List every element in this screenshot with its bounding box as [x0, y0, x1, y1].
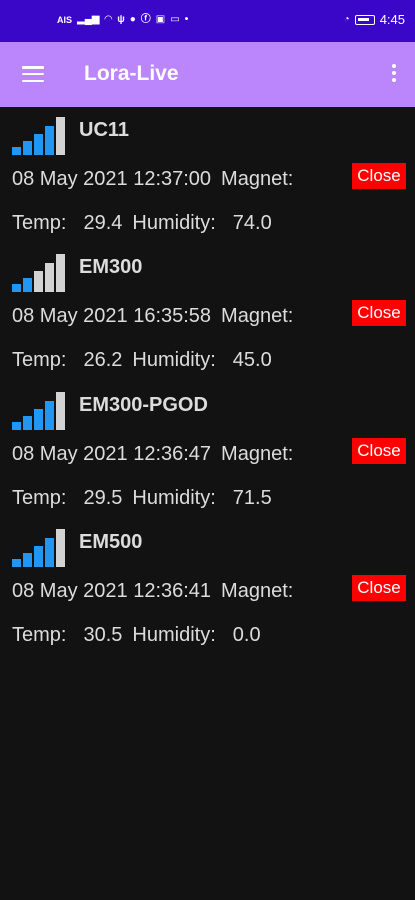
magnet-status-badge[interactable]: Close	[352, 438, 406, 464]
status-bar: AIS ▂▄▆ ◠ ψ ● ⓕ ▣ ▭ • ◔ 4:45	[0, 0, 415, 42]
signal-strength-icon	[12, 529, 65, 567]
status-icons-right: ◔ 4:45	[344, 12, 405, 27]
magnet-label: Magnet:	[221, 305, 294, 327]
usb-icon: ψ	[117, 14, 125, 25]
humidity-value: 45.0	[232, 349, 272, 371]
signal-bar	[12, 559, 21, 567]
status-icons-left: AIS ▂▄▆ ◠ ψ ● ⓕ ▣ ▭ •	[57, 14, 188, 26]
signal-bar	[34, 409, 43, 430]
temp-label: Temp:	[12, 212, 67, 234]
signal-bar	[56, 254, 65, 292]
signal-bar	[45, 538, 54, 567]
signal-strength-icon	[12, 254, 65, 292]
signal-bar	[23, 141, 32, 155]
signal-bar	[23, 553, 32, 567]
signal-bar	[12, 422, 21, 430]
humidity-label: Humidity:	[132, 487, 216, 509]
timestamp: 08 May 2021 12:36:41	[12, 580, 212, 602]
signal-bar	[45, 263, 54, 292]
timestamp: 08 May 2021 16:35:58	[12, 305, 212, 327]
signal-bar	[23, 278, 32, 292]
app-bar: Lora-Live	[0, 42, 415, 107]
humidity-value: 71.5	[232, 487, 272, 509]
device-card: EM300-PGOD 08 May 2021 12:36:47 Magnet: C…	[0, 384, 415, 521]
device-name: EM300	[79, 256, 143, 278]
signal-bar	[34, 134, 43, 155]
reading-row: 08 May 2021 16:35:58 Magnet:	[12, 305, 293, 328]
timestamp: 08 May 2021 12:36:47	[12, 443, 212, 465]
temp-value: 29.5	[83, 487, 123, 509]
app-title: Lora-Live	[84, 62, 179, 85]
signal-strength-icon	[12, 392, 65, 430]
message-icon: ●	[129, 14, 136, 25]
temp-value: 30.5	[83, 624, 123, 646]
wifi-icon: ◠	[104, 14, 113, 25]
magnet-label: Magnet:	[221, 580, 294, 602]
magnet-status-badge[interactable]: Close	[352, 300, 406, 326]
reading-row: 08 May 2021 12:37:00 Magnet:	[12, 168, 293, 191]
temp-value: 29.4	[83, 212, 123, 234]
humidity-label: Humidity:	[132, 349, 216, 371]
sensor-row: Temp: 30.5 Humidity: 0.0	[12, 624, 261, 647]
signal-bar	[56, 392, 65, 430]
signal-bar	[45, 126, 54, 155]
signal-bar	[56, 117, 65, 155]
humidity-label: Humidity:	[132, 212, 216, 234]
signal-bar	[56, 529, 65, 567]
device-name: UC11	[79, 119, 130, 141]
sensor-row: Temp: 26.2 Humidity: 45.0	[12, 349, 272, 372]
device-card: UC11 08 May 2021 12:37:00 Magnet: Close T…	[0, 109, 415, 246]
humidity-value: 0.0	[232, 624, 261, 646]
facebook-icon: ⓕ	[140, 14, 151, 25]
overflow-menu-icon[interactable]	[391, 64, 397, 86]
reading-row: 08 May 2021 12:36:47 Magnet:	[12, 443, 293, 466]
device-name: EM300-PGOD	[79, 394, 208, 416]
device-name: EM500	[79, 531, 143, 553]
device-card: EM500 08 May 2021 12:36:41 Magnet: Close …	[0, 521, 415, 658]
timestamp: 08 May 2021 12:37:00	[12, 168, 212, 190]
magnet-label: Magnet:	[221, 168, 294, 190]
signal-bar	[45, 401, 54, 430]
humidity-value: 74.0	[232, 212, 272, 234]
signal-bar	[34, 271, 43, 292]
signal-strength-icon	[12, 117, 65, 155]
app-notification-icon: ▣	[155, 14, 166, 25]
humidity-label: Humidity:	[132, 624, 216, 646]
signal-bar	[12, 284, 21, 292]
temp-label: Temp:	[12, 624, 67, 646]
hamburger-menu-icon[interactable]	[22, 66, 44, 83]
more-notifications-icon: •	[184, 14, 189, 25]
device-card: EM300 08 May 2021 16:35:58 Magnet: Close …	[0, 246, 415, 383]
network-label: AIS	[57, 15, 73, 25]
signal-bar	[12, 147, 21, 155]
cell-signal-icon: ▂▄▆	[77, 14, 100, 25]
chat-icon: ▭	[170, 14, 180, 25]
signal-bar	[23, 416, 32, 430]
sensor-row: Temp: 29.5 Humidity: 71.5	[12, 487, 272, 510]
magnet-label: Magnet:	[221, 443, 294, 465]
reading-row: 08 May 2021 12:36:41 Magnet:	[12, 580, 293, 603]
magnet-status-badge[interactable]: Close	[352, 163, 406, 189]
magnet-status-badge[interactable]: Close	[352, 575, 406, 601]
battery-icon	[354, 14, 375, 25]
temp-label: Temp:	[12, 487, 67, 509]
clock: 4:45	[379, 12, 405, 27]
sensor-row: Temp: 29.4 Humidity: 74.0	[12, 212, 272, 235]
signal-bar	[34, 546, 43, 567]
temp-value: 26.2	[83, 349, 123, 371]
speedometer-icon: ◔	[343, 13, 350, 25]
temp-label: Temp:	[12, 349, 67, 371]
